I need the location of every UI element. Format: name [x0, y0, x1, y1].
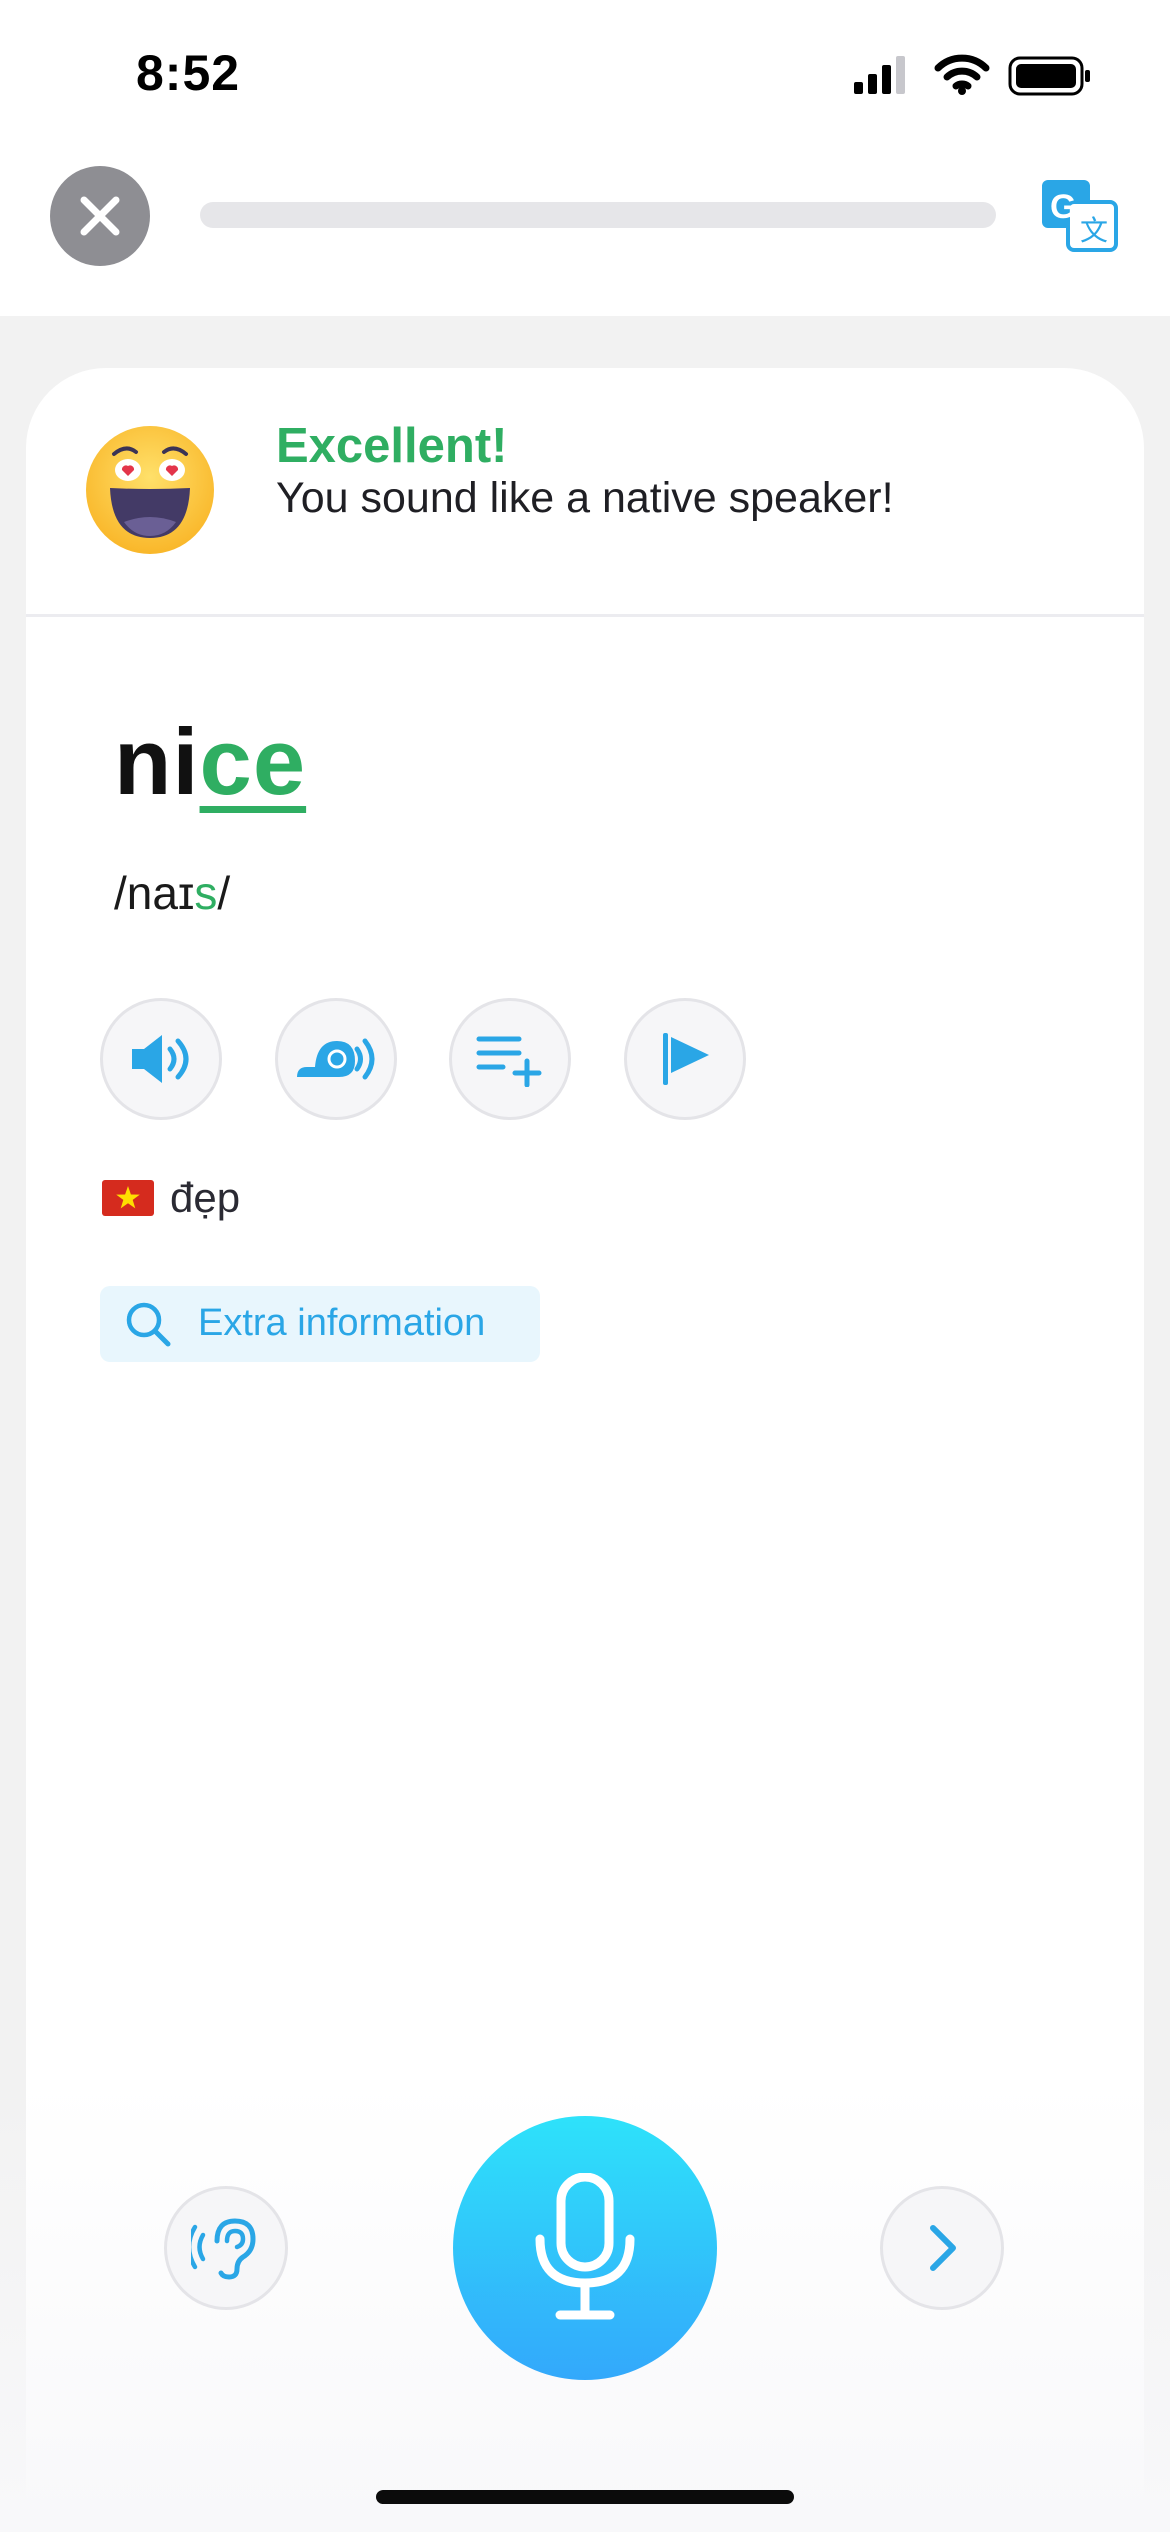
- feedback-message: You sound like a native speaker!: [276, 474, 894, 522]
- word-highlight-part: ce: [199, 709, 307, 814]
- translate-button[interactable]: G 文: [1040, 176, 1120, 256]
- ipa-part: /naɪ: [114, 867, 195, 919]
- flag-report-icon: [663, 1033, 709, 1085]
- word-plain-part: ni: [114, 709, 200, 814]
- battery-icon: [1008, 56, 1090, 96]
- listen-back-button[interactable]: [164, 2186, 288, 2310]
- phonetic-transcription: /naɪs/: [114, 866, 230, 920]
- translate-icon: G 文: [1042, 180, 1118, 252]
- home-indicator[interactable]: [376, 2490, 794, 2504]
- vietnam-flag-icon: [102, 1180, 154, 1216]
- ear-listen-icon: [191, 2218, 256, 2280]
- heart-eyes-emoji-icon: [86, 426, 214, 554]
- play-audio-button[interactable]: [100, 998, 222, 1120]
- svg-text:G: G: [1050, 188, 1076, 226]
- target-word: nice: [114, 708, 306, 816]
- ipa-highlight: s: [194, 867, 218, 919]
- report-button[interactable]: [624, 998, 746, 1120]
- add-to-list-icon: [476, 1036, 542, 1087]
- chevron-right-icon: [930, 2225, 956, 2271]
- snail-slow-audio-icon: [297, 1038, 375, 1080]
- svg-text:文: 文: [1080, 214, 1108, 247]
- search-icon: [126, 1302, 171, 1347]
- extra-information-label: Extra information: [198, 1302, 486, 1344]
- signal-icon: [854, 56, 905, 94]
- add-to-list-button[interactable]: [449, 998, 571, 1120]
- feedback-title: Excellent!: [276, 419, 508, 473]
- progress-bar: [200, 202, 996, 228]
- record-microphone-button[interactable]: [453, 2116, 717, 2380]
- translation-text: đẹp: [170, 1174, 241, 1221]
- slow-audio-button[interactable]: [275, 998, 397, 1120]
- divider: [26, 614, 1144, 617]
- wifi-icon: [934, 54, 990, 95]
- next-button[interactable]: [880, 2186, 1004, 2310]
- close-button[interactable]: [50, 166, 150, 266]
- speaker-icon: [132, 1035, 189, 1083]
- ipa-part: /: [217, 867, 231, 919]
- status-time: 8:52: [136, 45, 241, 101]
- microphone-icon: [535, 2173, 635, 2320]
- close-icon: [80, 196, 120, 236]
